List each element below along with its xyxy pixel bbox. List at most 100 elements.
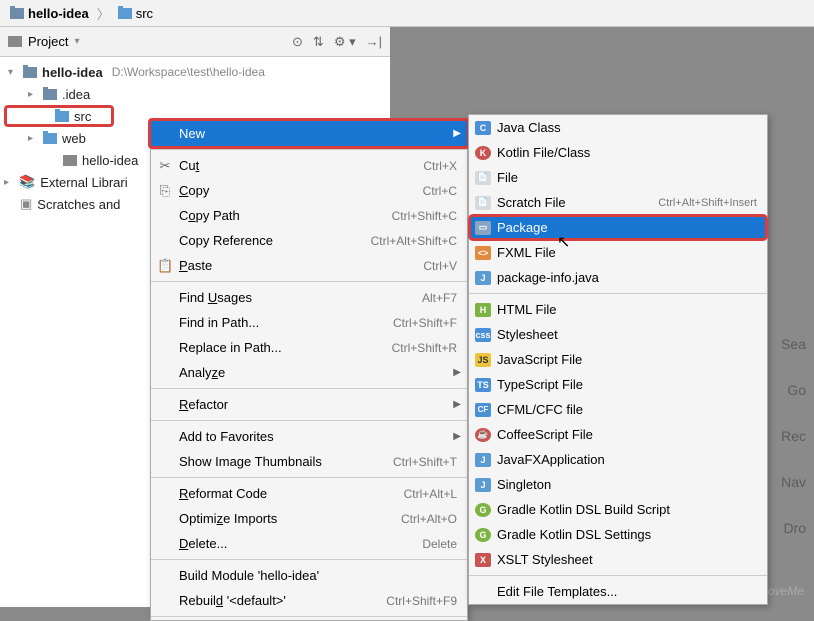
- menu-shortcut: Ctrl+Shift+T: [393, 455, 457, 469]
- gear-icon[interactable]: ⚙ ▾: [334, 34, 356, 50]
- module-icon: [23, 67, 37, 78]
- target-icon[interactable]: ⊙: [292, 34, 303, 50]
- submenu-gradle-settings[interactable]: GGradle Kotlin DSL Settings: [469, 522, 767, 547]
- menu-shortcut: Alt+F7: [422, 291, 457, 305]
- menu-delete[interactable]: Delete... Delete: [151, 531, 467, 556]
- menu-find-in-path[interactable]: Find in Path... Ctrl+Shift+F: [151, 310, 467, 335]
- dropdown-arrow-icon[interactable]: ▾: [74, 36, 79, 47]
- expand-arrow-icon[interactable]: ▾: [8, 67, 18, 78]
- menu-copy-path[interactable]: Copy Path Ctrl+Shift+C: [151, 203, 467, 228]
- expand-arrow-icon[interactable]: ▸: [4, 177, 14, 188]
- submenu-label: HTML File: [497, 302, 556, 317]
- side-text: Dro: [783, 520, 806, 536]
- submenu-javascript[interactable]: JSJavaScript File: [469, 347, 767, 372]
- folder-icon: [10, 8, 24, 19]
- scratches-icon: ▣: [20, 196, 32, 212]
- menu-label: Replace in Path...: [179, 340, 392, 355]
- menu-label: Build Module 'hello-idea': [179, 568, 457, 583]
- tree-node-label: hello-idea: [82, 153, 138, 168]
- menu-shortcut: Delete: [422, 537, 457, 551]
- tree-item-src[interactable]: src: [4, 105, 114, 127]
- submenu-arrow-icon: ▶: [453, 399, 461, 410]
- cursor-icon: ↖: [557, 232, 570, 252]
- tree-item-idea[interactable]: ▸ .idea: [0, 83, 390, 105]
- menu-new[interactable]: New ▶: [148, 118, 470, 149]
- submenu-fxml[interactable]: <>FXML File: [469, 240, 767, 265]
- java-icon: J: [475, 271, 491, 285]
- expand-arrow-icon[interactable]: ▸: [28, 89, 38, 100]
- kotlin-icon: K: [475, 146, 491, 160]
- new-submenu: CJava Class KKotlin File/Class 📄File 📄Sc…: [468, 114, 768, 605]
- menu-shortcut: Ctrl+Alt+Shift+C: [371, 234, 457, 248]
- js-icon: JS: [475, 353, 491, 367]
- submenu-html[interactable]: HHTML File: [469, 297, 767, 322]
- scratch-icon: 📄: [475, 196, 491, 210]
- submenu-javafx[interactable]: JJavaFXApplication: [469, 447, 767, 472]
- class-icon: C: [475, 121, 491, 135]
- side-text: Sea: [781, 336, 806, 352]
- menu-replace-in-path[interactable]: Replace in Path... Ctrl+Shift+R: [151, 335, 467, 360]
- menu-favorites[interactable]: Add to Favorites ▶: [151, 424, 467, 449]
- side-text: Go: [787, 382, 806, 398]
- menu-refactor[interactable]: Refactor ▶: [151, 392, 467, 417]
- submenu-package[interactable]: ▭Package: [469, 215, 767, 240]
- submenu-stylesheet[interactable]: cssStylesheet: [469, 322, 767, 347]
- menu-thumbnails[interactable]: Show Image Thumbnails Ctrl+Shift+T: [151, 449, 467, 474]
- submenu-label: File: [497, 170, 518, 185]
- submenu-edit-templates[interactable]: Edit File Templates...: [469, 579, 767, 604]
- submenu-gradle-build[interactable]: GGradle Kotlin DSL Build Script: [469, 497, 767, 522]
- tree-node-label: web: [62, 131, 86, 146]
- side-text: Rec: [781, 428, 806, 444]
- java-icon: J: [475, 453, 491, 467]
- menu-paste[interactable]: 📋 Paste Ctrl+V: [151, 253, 467, 278]
- menu-label: Cut: [179, 158, 423, 173]
- copy-icon: ⎘: [157, 183, 173, 199]
- scissors-icon: ✂: [157, 158, 173, 174]
- submenu-package-info[interactable]: Jpackage-info.java: [469, 265, 767, 290]
- menu-cut[interactable]: ✂ Cut Ctrl+X: [151, 153, 467, 178]
- breadcrumb-item[interactable]: hello-idea: [4, 4, 95, 23]
- menu-analyze[interactable]: Analyze ▶: [151, 360, 467, 385]
- tree-node-label: External Librari: [40, 175, 127, 190]
- libraries-icon: 📚: [19, 174, 35, 190]
- expand-arrow-icon[interactable]: ▸: [28, 133, 38, 144]
- tree-node-label: hello-idea: [42, 65, 103, 80]
- menu-optimize[interactable]: Optimize Imports Ctrl+Alt+O: [151, 506, 467, 531]
- gradle-icon: G: [475, 503, 491, 517]
- menu-build-module[interactable]: Build Module 'hello-idea': [151, 563, 467, 588]
- settings-icon[interactable]: ⇅: [313, 34, 324, 50]
- folder-icon: [43, 133, 57, 144]
- project-icon: [8, 36, 22, 47]
- submenu-file[interactable]: 📄File: [469, 165, 767, 190]
- submenu-scratch[interactable]: 📄Scratch FileCtrl+Alt+Shift+Insert: [469, 190, 767, 215]
- breadcrumb-item[interactable]: src: [112, 4, 159, 23]
- menu-shortcut: Ctrl+Shift+R: [392, 341, 457, 355]
- menu-copy[interactable]: ⎘ Copy Ctrl+C: [151, 178, 467, 203]
- submenu-arrow-icon: ▶: [453, 128, 461, 139]
- tree-node-label: Scratches and: [37, 197, 120, 212]
- menu-find-usages[interactable]: Find Usages Alt+F7: [151, 285, 467, 310]
- submenu-arrow-icon: ▶: [453, 431, 461, 442]
- menu-label: Copy: [179, 183, 423, 198]
- submenu-typescript[interactable]: TSTypeScript File: [469, 372, 767, 397]
- source-folder-icon: [55, 111, 69, 122]
- submenu-label: FXML File: [497, 245, 556, 260]
- submenu-xslt[interactable]: XXSLT Stylesheet: [469, 547, 767, 572]
- collapse-icon[interactable]: →|: [366, 34, 382, 49]
- submenu-singleton[interactable]: JSingleton: [469, 472, 767, 497]
- tree-root[interactable]: ▾ hello-idea D:\Workspace\test\hello-ide…: [0, 61, 390, 83]
- submenu-cfml[interactable]: CFCFML/CFC file: [469, 397, 767, 422]
- submenu-label: TypeScript File: [497, 377, 583, 392]
- submenu-label: CFML/CFC file: [497, 402, 583, 417]
- menu-label: Copy Reference: [179, 233, 371, 248]
- submenu-label: Singleton: [497, 477, 551, 492]
- submenu-java-class[interactable]: CJava Class: [469, 115, 767, 140]
- submenu-coffee[interactable]: ☕CoffeeScript File: [469, 422, 767, 447]
- submenu-kotlin[interactable]: KKotlin File/Class: [469, 140, 767, 165]
- menu-copy-reference[interactable]: Copy Reference Ctrl+Alt+Shift+C: [151, 228, 467, 253]
- menu-rebuild[interactable]: Rebuild '<default>' Ctrl+Shift+F9: [151, 588, 467, 613]
- submenu-arrow-icon: ▶: [453, 367, 461, 378]
- tree-node-path: D:\Workspace\test\hello-idea: [112, 65, 265, 79]
- menu-reformat[interactable]: Reformat Code Ctrl+Alt+L: [151, 481, 467, 506]
- submenu-shortcut: Ctrl+Alt+Shift+Insert: [658, 197, 757, 209]
